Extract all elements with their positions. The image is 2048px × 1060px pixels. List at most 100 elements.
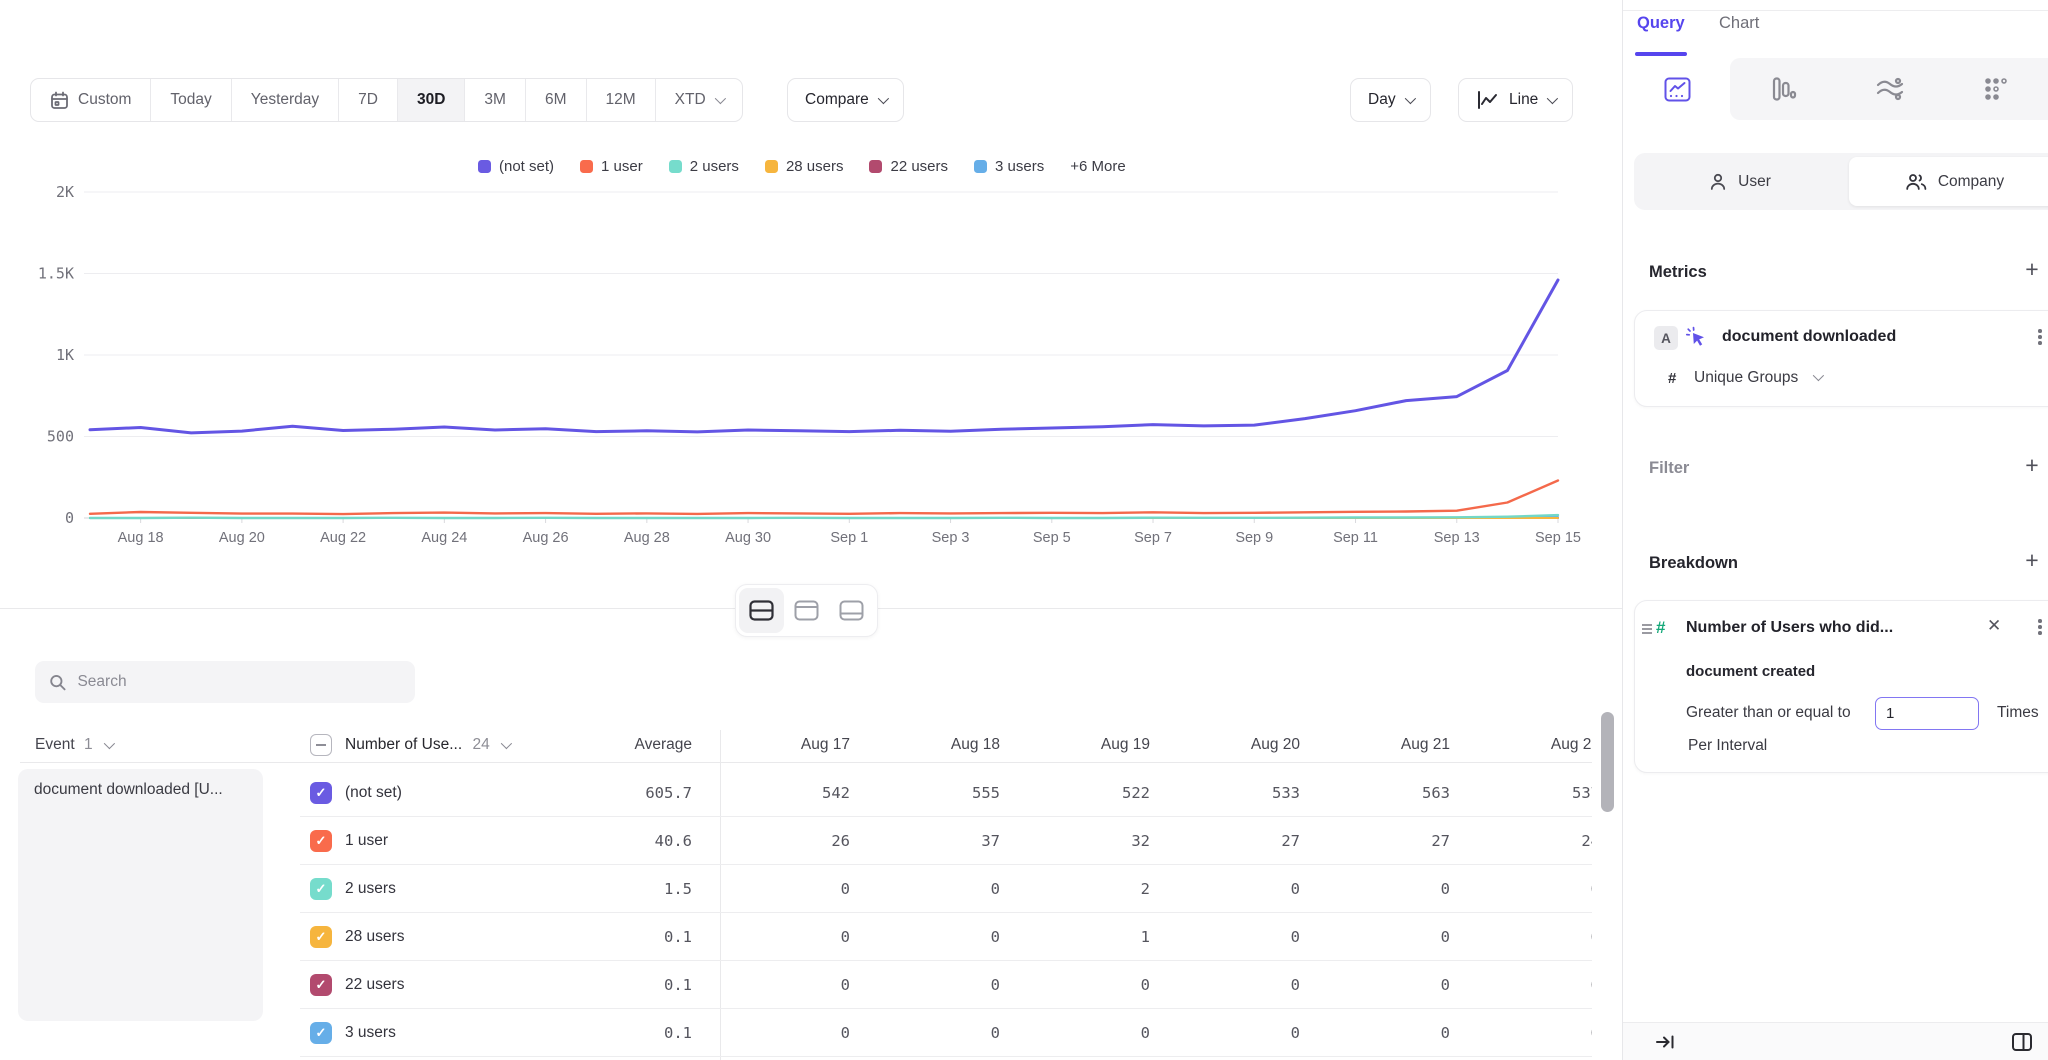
series-line[interactable]: [90, 481, 1558, 515]
series-line[interactable]: [90, 515, 1558, 518]
breakdown-kebab-icon[interactable]: [2032, 616, 2048, 638]
row-checkbox[interactable]: ✓: [310, 782, 332, 804]
cell-value: 1: [1000, 913, 1150, 961]
date-column-header: Aug 18: [850, 730, 1000, 762]
top-panel-button[interactable]: [784, 588, 829, 633]
cell-value: 27: [1300, 817, 1450, 865]
chevron-down-icon: [1813, 370, 1824, 381]
tab-query[interactable]: Query: [1637, 14, 1685, 33]
add-breakdown-button[interactable]: +: [2019, 547, 2045, 573]
cell-value: 0: [850, 913, 1000, 961]
event-row[interactable]: document downloaded [U...: [18, 769, 263, 1021]
x-tick-label: Aug 22: [320, 530, 366, 546]
cell-value: 537: [1450, 769, 1592, 817]
cell-value: 0: [1150, 1009, 1300, 1057]
table-scrollbar[interactable]: [1601, 712, 1614, 812]
tab-line-chart[interactable]: [1624, 58, 1730, 120]
line-chart-icon: [1664, 76, 1691, 103]
layout-toggle-group: [735, 584, 878, 637]
metric-card[interactable]: A document downloaded # Unique Groups: [1634, 310, 2048, 407]
group-label: 28 users: [345, 913, 404, 961]
cell-value: 522: [1000, 769, 1150, 817]
cell-value: 0: [1150, 961, 1300, 1009]
cell-value: 0: [1150, 913, 1300, 961]
average-value: 1.5: [540, 865, 692, 913]
cell-value: 32: [1000, 817, 1150, 865]
close-icon[interactable]: ✕: [1987, 616, 2001, 636]
cell-value: 0: [700, 961, 850, 1009]
drag-handle-icon[interactable]: [1642, 624, 1652, 634]
toggle-sidebar-icon[interactable]: [2011, 1031, 2033, 1053]
x-tick-label: Sep 13: [1434, 530, 1480, 546]
metrics-section-label: Metrics: [1649, 263, 1707, 282]
series-line[interactable]: [90, 280, 1558, 433]
group-label: 3 users: [345, 1009, 396, 1057]
cell-value: 0: [1150, 865, 1300, 913]
sidebar-bottom-bar: [1623, 1022, 2048, 1060]
tab-grid-chart[interactable]: [1943, 58, 2048, 120]
x-tick-label: Sep 1: [830, 530, 868, 546]
event-column-header[interactable]: Event 1: [35, 730, 112, 762]
header-divider: [20, 762, 1592, 763]
breakdown-condition[interactable]: Greater than or equal to: [1686, 704, 1851, 722]
cell-value: 0: [700, 1009, 850, 1057]
select-all-checkbox[interactable]: [310, 734, 332, 756]
x-tick-label: Aug 18: [118, 530, 164, 546]
average-value: 40.6: [540, 817, 692, 865]
date-column-header: Aug 17: [700, 730, 850, 762]
row-checkbox[interactable]: ✓: [310, 830, 332, 852]
analytics-app: { "toolbar": { "date_ranges": ["Custom",…: [0, 0, 2048, 1060]
x-tick-label: Sep 11: [1333, 530, 1378, 546]
per-interval-label[interactable]: Per Interval: [1688, 737, 1767, 755]
tab-chart[interactable]: Chart: [1719, 14, 1759, 33]
collapse-panel-icon[interactable]: [1655, 1032, 1676, 1052]
scope-user[interactable]: User: [1634, 153, 1845, 210]
cell-value: 24: [1450, 817, 1592, 865]
cell-value: 0: [850, 961, 1000, 1009]
row-checkbox[interactable]: ✓: [310, 1022, 332, 1044]
cell-value: 0: [1450, 961, 1592, 1009]
times-input[interactable]: [1875, 697, 1979, 730]
search-box: [35, 661, 415, 703]
cell-value: 2: [1000, 865, 1150, 913]
cell-value: 26: [700, 817, 850, 865]
y-tick-label: 2K: [56, 183, 74, 201]
group-label: (not set): [345, 769, 402, 817]
metric-badge: A: [1654, 326, 1678, 350]
tab-flow-chart[interactable]: [1837, 58, 1943, 120]
group-column-header[interactable]: Number of Use... 24: [345, 730, 509, 762]
cell-value: 0: [1300, 913, 1450, 961]
scope-company[interactable]: Company: [1849, 157, 2048, 206]
add-metric-button[interactable]: +: [2019, 256, 2045, 282]
average-value: 0.1: [540, 961, 692, 1009]
cell-value: 542: [700, 769, 850, 817]
date-column-header: Aug 19: [1000, 730, 1150, 762]
group-label: 1 user: [345, 817, 388, 865]
average-column-header: Average: [540, 730, 692, 762]
x-tick-label: Aug 26: [523, 530, 569, 546]
search-input[interactable]: [77, 673, 401, 691]
filter-section-label: Filter: [1649, 459, 1689, 478]
row-checkbox[interactable]: ✓: [310, 878, 332, 900]
metric-kebab-icon[interactable]: [2032, 326, 2048, 348]
y-tick-label: 1.5K: [38, 265, 74, 283]
cell-value: 563: [1300, 769, 1450, 817]
cell-value: 0: [1000, 961, 1150, 1009]
x-tick-label: Aug 30: [725, 530, 771, 546]
breakdown-card[interactable]: # Number of Users who did... ✕ document …: [1634, 600, 2048, 773]
date-column-header: Aug 22: [1450, 730, 1592, 762]
bottom-panel-icon: [839, 600, 864, 621]
chart-type-tabs: [1624, 58, 2048, 120]
row-checkbox[interactable]: ✓: [310, 974, 332, 996]
tab-bar-chart[interactable]: [1730, 58, 1836, 120]
line-chart-canvas[interactable]: 05001K1.5K2KAug 18Aug 20Aug 22Aug 24Aug …: [0, 0, 1632, 560]
split-view-button[interactable]: [739, 588, 784, 633]
bottom-panel-button[interactable]: [829, 588, 874, 633]
split-view-icon: [749, 600, 774, 621]
cell-value: 0: [1450, 913, 1592, 961]
measure-selector[interactable]: Unique Groups: [1694, 369, 1798, 387]
add-filter-button[interactable]: +: [2019, 452, 2045, 478]
metric-event-name[interactable]: document downloaded: [1722, 328, 1896, 346]
row-checkbox[interactable]: ✓: [310, 926, 332, 948]
breakdown-title[interactable]: Number of Users who did...: [1686, 619, 1893, 637]
